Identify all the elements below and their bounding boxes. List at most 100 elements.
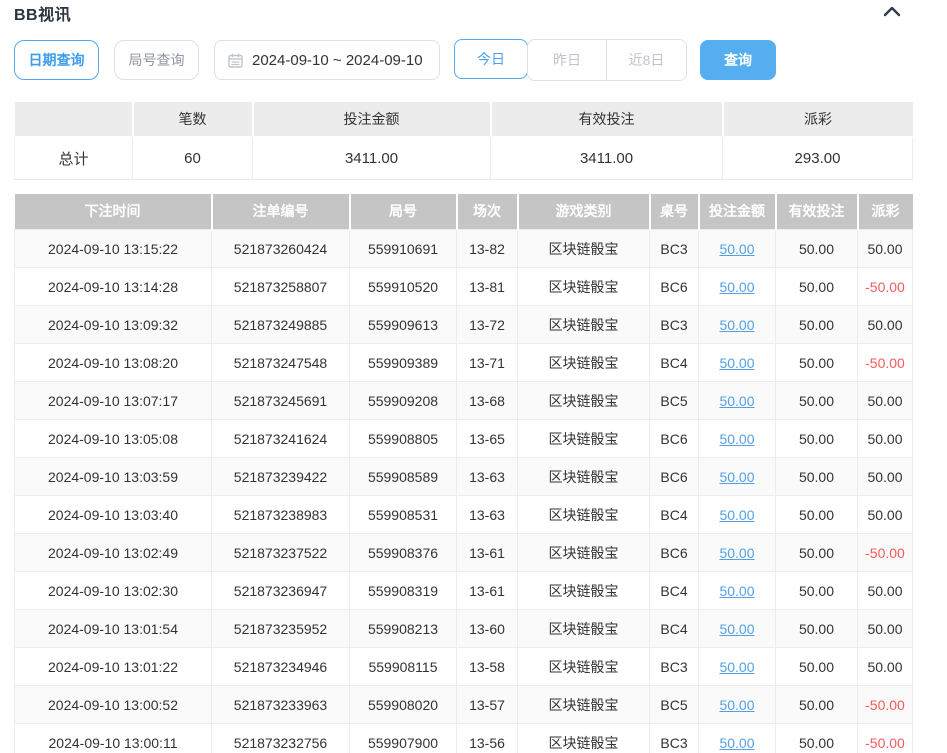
header-table-number: 桌号 <box>650 194 699 230</box>
header-round-number: 局号 <box>350 194 457 230</box>
table-row: 2024-09-10 13:07:17521873245691559909208… <box>15 382 913 420</box>
date-range-input[interactable]: 2024-09-10 ~ 2024-09-10 <box>214 40 440 80</box>
bet-amount-link[interactable]: 50.00 <box>719 355 754 371</box>
game-type-cell: 区块链骰宝 <box>518 724 650 753</box>
game-type-cell: 区块链骰宝 <box>518 306 650 344</box>
search-button[interactable]: 查询 <box>700 40 776 80</box>
table-row: 2024-09-10 13:00:52521873233963559908020… <box>15 686 913 724</box>
summary-total-bet-amount: 3411.00 <box>253 137 491 179</box>
bet-amount-link[interactable]: 50.00 <box>719 431 754 447</box>
last-8-days-button[interactable]: 近8日 <box>607 40 686 80</box>
bet-amount-link[interactable]: 50.00 <box>719 317 754 333</box>
bet-id-cell: 521873237522 <box>212 534 350 572</box>
table-number-cell: BC6 <box>650 268 699 306</box>
payout-cell: 50.00 <box>858 572 913 610</box>
valid-bet-cell: 50.00 <box>776 648 858 686</box>
bet-time-cell: 2024-09-10 13:03:59 <box>15 458 212 496</box>
round-number-cell: 559908213 <box>350 610 457 648</box>
bet-amount-link[interactable]: 50.00 <box>719 469 754 485</box>
session-cell: 13-82 <box>457 230 518 268</box>
bet-amount-link[interactable]: 50.00 <box>719 393 754 409</box>
bet-amount-link[interactable]: 50.00 <box>719 697 754 713</box>
bet-time-cell: 2024-09-10 13:08:20 <box>15 344 212 382</box>
bet-amount-link[interactable]: 50.00 <box>719 735 754 751</box>
game-type-cell: 区块链骰宝 <box>518 534 650 572</box>
game-type-cell: 区块链骰宝 <box>518 496 650 534</box>
valid-bet-cell: 50.00 <box>776 344 858 382</box>
bet-id-cell: 521873247548 <box>212 344 350 382</box>
payout-cell: 50.00 <box>858 496 913 534</box>
bet-amount-cell: 50.00 <box>699 420 776 458</box>
game-type-cell: 区块链骰宝 <box>518 458 650 496</box>
summary-table: 笔数 投注金额 有效投注 派彩 总计 60 3411.00 3411.00 29… <box>14 102 913 180</box>
valid-bet-cell: 50.00 <box>776 306 858 344</box>
round-number-cell: 559909208 <box>350 382 457 420</box>
bet-amount-link[interactable]: 50.00 <box>719 279 754 295</box>
bet-amount-cell: 50.00 <box>699 306 776 344</box>
table-row: 2024-09-10 13:02:30521873236947559908319… <box>15 572 913 610</box>
session-cell: 13-63 <box>457 458 518 496</box>
session-cell: 13-56 <box>457 724 518 753</box>
bet-records-table: 下注时间 注单编号 局号 场次 游戏类别 桌号 投注金额 有效投注 派彩 202… <box>14 194 913 753</box>
table-row: 2024-09-10 13:05:08521873241624559908805… <box>15 420 913 458</box>
round-number-cell: 559910520 <box>350 268 457 306</box>
payout-cell: 50.00 <box>858 382 913 420</box>
page-title: BB视讯 <box>14 1 71 25</box>
valid-bet-cell: 50.00 <box>776 268 858 306</box>
table-number-cell: BC4 <box>650 344 699 382</box>
bet-table-header-row: 下注时间 注单编号 局号 场次 游戏类别 桌号 投注金额 有效投注 派彩 <box>15 194 913 230</box>
game-type-cell: 区块链骰宝 <box>518 610 650 648</box>
table-row: 2024-09-10 13:01:54521873235952559908213… <box>15 610 913 648</box>
bet-amount-link[interactable]: 50.00 <box>719 583 754 599</box>
round-number-cell: 559909389 <box>350 344 457 382</box>
valid-bet-cell: 50.00 <box>776 382 858 420</box>
range-pair: 昨日 近8日 <box>527 39 687 81</box>
table-row: 2024-09-10 13:14:28521873258807559910520… <box>15 268 913 306</box>
bet-amount-cell: 50.00 <box>699 648 776 686</box>
round-number-cell: 559909613 <box>350 306 457 344</box>
bet-id-cell: 521873232756 <box>212 724 350 753</box>
bet-amount-link[interactable]: 50.00 <box>719 507 754 523</box>
bet-amount-link[interactable]: 50.00 <box>719 241 754 257</box>
date-query-tab[interactable]: 日期查询 <box>14 40 99 80</box>
payout-cell: -50.00 <box>858 268 913 306</box>
game-type-cell: 区块链骰宝 <box>518 648 650 686</box>
table-number-cell: BC6 <box>650 420 699 458</box>
payout-cell: -50.00 <box>858 534 913 572</box>
valid-bet-cell: 50.00 <box>776 686 858 724</box>
bet-amount-link[interactable]: 50.00 <box>719 545 754 561</box>
bet-amount-cell: 50.00 <box>699 230 776 268</box>
bet-amount-cell: 50.00 <box>699 610 776 648</box>
summary-total-valid-bet: 3411.00 <box>491 137 723 179</box>
chevron-up-icon <box>883 4 901 22</box>
yesterday-button[interactable]: 昨日 <box>528 40 607 80</box>
session-cell: 13-63 <box>457 496 518 534</box>
header-bet-id: 注单编号 <box>212 194 350 230</box>
round-number-cell: 559908319 <box>350 572 457 610</box>
collapse-button[interactable] <box>881 4 903 22</box>
round-query-tab[interactable]: 局号查询 <box>114 40 199 80</box>
session-cell: 13-58 <box>457 648 518 686</box>
bet-id-cell: 521873241624 <box>212 420 350 458</box>
valid-bet-cell: 50.00 <box>776 724 858 753</box>
table-number-cell: BC3 <box>650 306 699 344</box>
bet-amount-link[interactable]: 50.00 <box>719 659 754 675</box>
summary-total-count: 60 <box>133 137 253 179</box>
bet-id-cell: 521873249885 <box>212 306 350 344</box>
table-number-cell: BC4 <box>650 610 699 648</box>
today-button[interactable]: 今日 <box>454 39 528 79</box>
table-number-cell: BC4 <box>650 572 699 610</box>
summary-total-payout: 293.00 <box>723 137 913 179</box>
payout-cell: -50.00 <box>858 344 913 382</box>
table-number-cell: BC5 <box>650 686 699 724</box>
table-row: 2024-09-10 13:09:32521873249885559909613… <box>15 306 913 344</box>
date-range-value: 2024-09-10 ~ 2024-09-10 <box>252 52 423 69</box>
round-number-cell: 559908531 <box>350 496 457 534</box>
bet-id-cell: 521873233963 <box>212 686 350 724</box>
game-type-cell: 区块链骰宝 <box>518 420 650 458</box>
round-number-cell: 559910691 <box>350 230 457 268</box>
header-game-type: 游戏类别 <box>518 194 650 230</box>
bet-amount-link[interactable]: 50.00 <box>719 621 754 637</box>
bet-time-cell: 2024-09-10 13:02:49 <box>15 534 212 572</box>
bet-amount-cell: 50.00 <box>699 572 776 610</box>
